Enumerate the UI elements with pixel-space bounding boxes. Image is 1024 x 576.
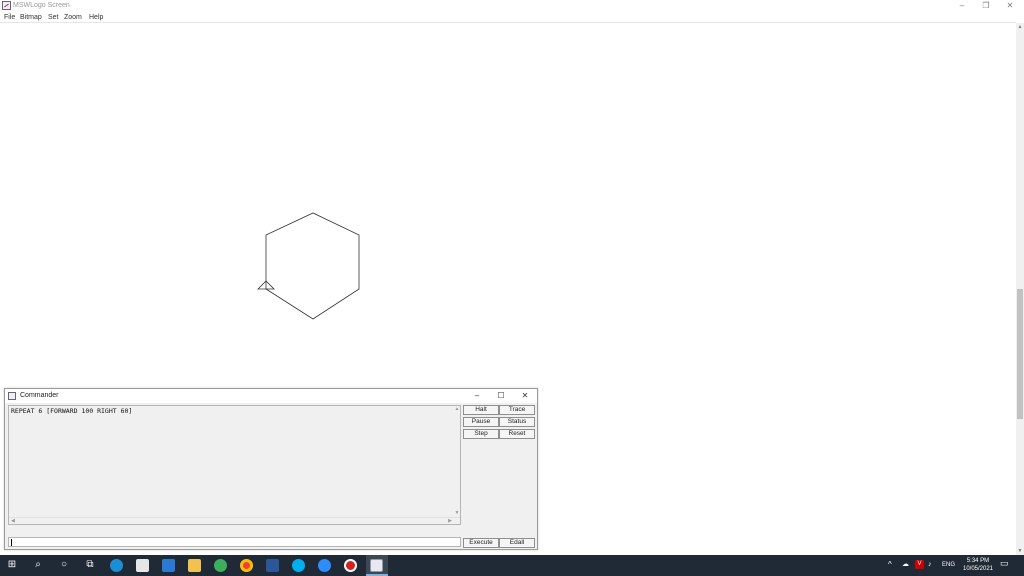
word-icon[interactable] bbox=[266, 559, 279, 572]
commander-close-button[interactable]: ✕ bbox=[515, 390, 535, 402]
store-icon[interactable] bbox=[136, 559, 149, 572]
trace-button[interactable]: Trace bbox=[499, 405, 535, 415]
scroll-left-icon[interactable]: ◀ bbox=[11, 518, 15, 525]
hexagon-drawing bbox=[265, 212, 360, 320]
input-caret bbox=[11, 539, 12, 546]
mswlogo-icon[interactable] bbox=[370, 559, 383, 572]
reset-button[interactable]: Reset bbox=[499, 429, 535, 439]
start-icon[interactable]: ⊞ bbox=[5, 558, 19, 572]
menu-bitmap[interactable]: Bitmap bbox=[20, 13, 42, 22]
close-button[interactable]: ✕ bbox=[998, 0, 1022, 12]
recorder-icon[interactable] bbox=[344, 559, 357, 572]
commander-title-bar: Commander – ☐ ✕ bbox=[5, 389, 537, 403]
cortana-icon[interactable]: ○ bbox=[57, 558, 71, 572]
file-explorer-icon[interactable] bbox=[188, 559, 201, 572]
app-icon[interactable] bbox=[214, 559, 227, 572]
command-history[interactable]: REPEAT 6 [FORWARD 100 RIGHT 60] ▲ ▼ ◀ ▶ bbox=[8, 405, 461, 525]
pause-button[interactable]: Pause bbox=[463, 417, 499, 427]
volume-icon[interactable]: ♪ bbox=[928, 561, 932, 568]
mswlogo-app: MSWLogo Screen – ❐ ✕ File Bitmap Set Zoo… bbox=[0, 0, 1024, 576]
antivirus-icon[interactable]: V bbox=[915, 560, 924, 569]
command-input[interactable] bbox=[8, 537, 461, 547]
history-scroll-up-icon[interactable]: ▲ bbox=[454, 406, 460, 412]
commander-title: Commander bbox=[20, 392, 59, 399]
network-icon[interactable]: ☁ bbox=[902, 561, 909, 568]
task-view-icon[interactable]: ⧉ bbox=[83, 558, 97, 572]
chrome-icon[interactable] bbox=[240, 559, 253, 572]
mswlogo-app-icon bbox=[2, 1, 11, 10]
history-line: REPEAT 6 [FORWARD 100 RIGHT 60] bbox=[11, 407, 133, 415]
history-scroll-down-icon[interactable]: ▼ bbox=[454, 510, 460, 516]
chevron-up-icon[interactable]: ^ bbox=[888, 561, 892, 569]
scroll-right-icon[interactable]: ▶ bbox=[448, 518, 452, 525]
step-button[interactable]: Step bbox=[463, 429, 499, 439]
status-button[interactable]: Status bbox=[499, 417, 535, 427]
zoom-icon[interactable] bbox=[318, 559, 331, 572]
commander-minimize-button[interactable]: – bbox=[467, 390, 487, 402]
taskbar: ⊞ ⌕ ○ ⧉ ^ ☁ V ♪ ENG 5:34 PM 10/05/2021 ▭ bbox=[0, 555, 1024, 576]
language-indicator[interactable]: ENG bbox=[942, 562, 955, 569]
clock-time[interactable]: 5:34 PM bbox=[958, 558, 998, 565]
execute-button[interactable]: Execute bbox=[463, 538, 499, 548]
menu-set[interactable]: Set bbox=[48, 13, 59, 22]
edge-icon[interactable] bbox=[110, 559, 123, 572]
clock-date[interactable]: 10/05/2021 bbox=[958, 566, 998, 573]
scroll-up-icon[interactable]: ▲ bbox=[1016, 23, 1024, 31]
commander-icon bbox=[8, 392, 16, 400]
mail-icon[interactable] bbox=[162, 559, 175, 572]
minimize-button[interactable]: – bbox=[950, 0, 974, 12]
menu-zoom[interactable]: Zoom bbox=[64, 13, 82, 22]
menu-help[interactable]: Help bbox=[89, 13, 103, 22]
scroll-down-icon[interactable]: ▼ bbox=[1016, 547, 1024, 555]
skype-icon[interactable] bbox=[292, 559, 305, 572]
halt-button[interactable]: Halt bbox=[463, 405, 499, 415]
search-icon[interactable]: ⌕ bbox=[31, 558, 45, 572]
history-horizontal-scrollbar[interactable]: ◀ ▶ bbox=[9, 517, 460, 524]
commander-window: Commander – ☐ ✕ REPEAT 6 [FORWARD 100 RI… bbox=[4, 388, 538, 550]
menu-bar: File Bitmap Set Zoom Help bbox=[0, 12, 1024, 22]
title-bar: MSWLogo Screen – ❐ ✕ bbox=[0, 0, 1024, 12]
menu-file[interactable]: File bbox=[4, 13, 15, 22]
window-title: MSWLogo Screen bbox=[13, 2, 70, 9]
scrollbar-thumb[interactable] bbox=[1017, 289, 1023, 419]
restore-button[interactable]: ❐ bbox=[974, 0, 998, 12]
edall-button[interactable]: Edall bbox=[499, 538, 535, 548]
notifications-icon[interactable]: ▭ bbox=[1000, 559, 1009, 568]
commander-maximize-button[interactable]: ☐ bbox=[491, 390, 511, 402]
vertical-scrollbar[interactable]: ▲ ▼ bbox=[1016, 23, 1024, 555]
